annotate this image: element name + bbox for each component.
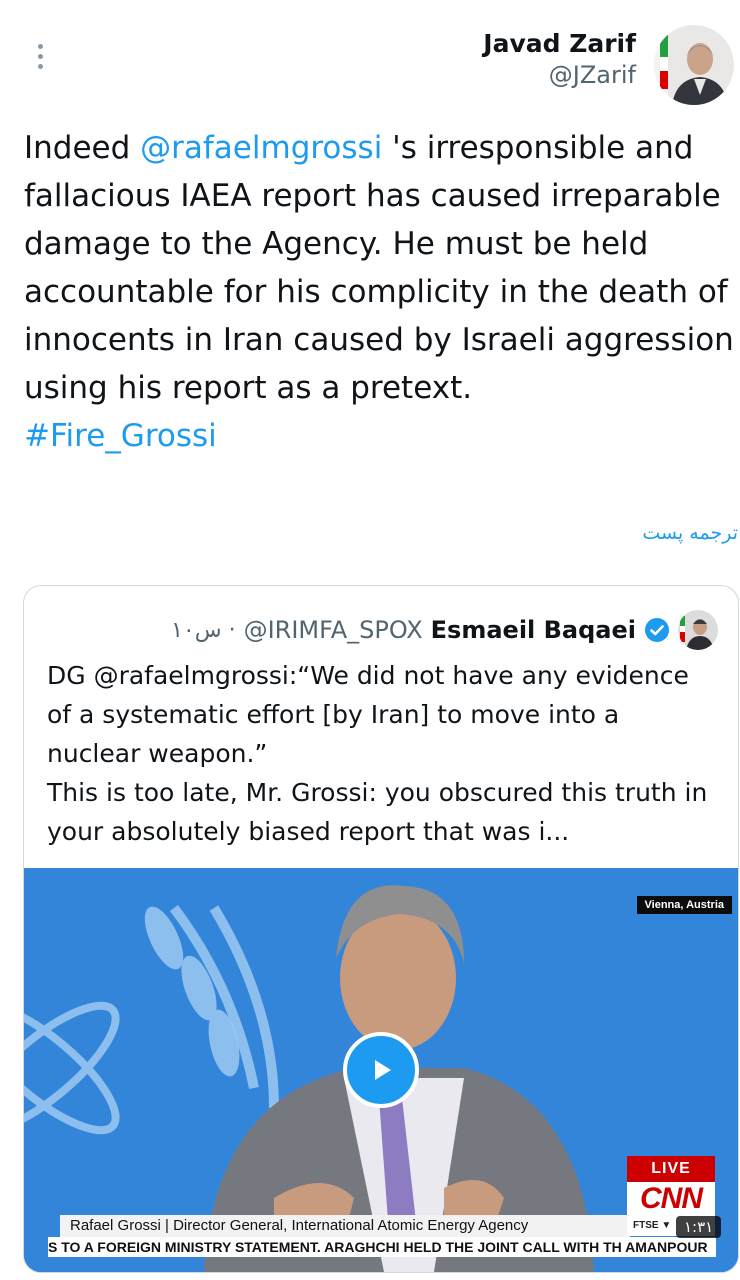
play-icon [375, 1060, 391, 1080]
news-ticker: S TO A FOREIGN MINISTRY STATEMENT. ARAGH… [48, 1237, 716, 1257]
author-handle[interactable]: @JZarif [483, 60, 636, 90]
tweet-text-body: 's irresponsible and fallacious IAEA rep… [24, 130, 734, 406]
live-badge: LIVE [627, 1156, 715, 1182]
tweet-text: Indeed @rafaelmgrossi 's irresponsible a… [24, 124, 740, 460]
play-button[interactable] [343, 1032, 419, 1108]
video-player[interactable]: Vienna, Austria LIVE CNN Rafael Grossi |… [24, 868, 738, 1272]
quoted-tweet-card[interactable]: ۱۰س · @IRIMFA_SPOX Esmaeil Baqaei DG @ra… [23, 585, 739, 1273]
lower-third-caption: Rafael Grossi | Director General, Intern… [60, 1215, 630, 1237]
translate-post-link[interactable]: ترجمه پست [642, 522, 738, 544]
tweet-author[interactable]: Javad Zarif @JZarif [483, 28, 636, 90]
quote-author-name: Esmaeil Baqaei [430, 616, 636, 644]
hashtag-link[interactable]: #Fire_Grossi [24, 412, 740, 460]
quote-text-line-2: This is too late, Mr. Grossi: you obscur… [47, 778, 708, 846]
verified-badge-icon [645, 618, 669, 642]
quote-text: DG @rafaelmgrossi:“We did not have any e… [47, 656, 717, 851]
quote-author-handle: @IRIMFA_SPOX [243, 616, 423, 644]
author-avatar[interactable] [654, 25, 734, 105]
author-name[interactable]: Javad Zarif [483, 28, 636, 60]
tweet-text-start: Indeed [24, 130, 141, 166]
quote-timestamp: ۱۰س · [171, 617, 236, 643]
mention-link[interactable]: @rafaelmgrossi [140, 130, 382, 166]
quote-author-avatar[interactable] [678, 610, 718, 650]
video-duration: ۱:۳۱ [676, 1216, 722, 1238]
quote-header: ۱۰س · @IRIMFA_SPOX Esmaeil Baqaei [171, 610, 718, 650]
quote-text-line-1: DG @rafaelmgrossi:“We did not have any e… [47, 661, 689, 768]
location-badge: Vienna, Austria [636, 896, 732, 914]
more-options-icon[interactable] [30, 44, 50, 72]
cnn-logo: CNN [627, 1182, 715, 1216]
